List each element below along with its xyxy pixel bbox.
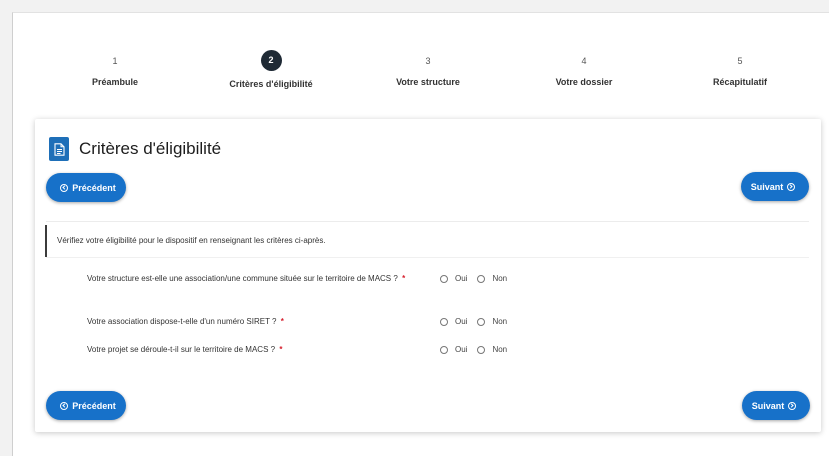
radio-circle-icon[interactable] [440,317,448,326]
radio-circle-icon[interactable] [477,345,486,354]
next-label: Suivant [751,400,785,411]
chevron-right-circle-icon [787,182,796,191]
radio-label: Oui [455,274,468,283]
next-label: Suivant [750,181,784,192]
radio-non-q3[interactable]: Non [477,345,507,354]
step-1[interactable]: 1 Préambule [45,50,185,87]
step-number-active: 2 [260,50,282,71]
divider [46,221,809,222]
radio-label: Oui [455,317,468,326]
previous-button-top[interactable]: Précédent [46,173,126,202]
next-button-top[interactable]: Suivant [741,172,809,201]
radio-circle-icon[interactable] [477,317,486,326]
step-label: Préambule [91,77,139,87]
question-structure-location: Votre structure est-elle une association… [87,272,427,285]
previous-label: Précédent [72,182,116,193]
question-text: Votre association dispose-t-elle d'un nu… [87,317,277,326]
step-number: 1 [112,56,118,66]
required-marker: * [280,317,284,326]
chevron-right-circle-icon [788,401,797,410]
step-label: Récapitulatif [712,77,767,87]
next-button-bottom[interactable]: Suivant [742,391,810,420]
radio-non-q1[interactable]: Non [477,274,507,283]
radio-non-q2[interactable]: Non [477,317,507,326]
question-siret: Votre association dispose-t-elle d'un nu… [87,315,427,328]
radio-group-q2: Oui Non [440,317,517,326]
radio-oui-q3[interactable]: Oui [440,345,467,354]
required-marker: * [402,274,406,283]
radio-oui-q1[interactable]: Oui [440,274,467,283]
radio-label: Non [492,345,508,354]
step-number: 4 [581,56,587,66]
radio-group-q3: Oui Non [440,345,517,354]
radio-label: Non [492,317,508,326]
divider [46,257,809,258]
step-label: Votre dossier [555,77,613,87]
step-label: Votre structure [396,77,460,87]
chevron-left-circle-icon [60,183,69,192]
previous-label: Précédent [72,400,116,411]
question-text: Votre structure est-elle une association… [87,274,398,283]
radio-circle-icon[interactable] [440,345,448,354]
radio-label: Oui [455,345,468,354]
step-4[interactable]: 4 Votre dossier [514,50,654,87]
eligibility-card: Critères d'éligibilité Précédent Suivant… [35,119,821,432]
question-project-location: Votre projet se déroule-t-il sur le terr… [87,343,427,356]
eligibility-intro: Vérifiez votre éligibilité pour le dispo… [45,225,809,257]
step-label: Critères d'éligibilité [229,79,313,89]
previous-button-bottom[interactable]: Précédent [46,391,126,420]
stepper: 1 Préambule 2 Critères d'éligibilité 3 V… [38,50,820,95]
card-header: Critères d'éligibilité [49,136,221,162]
radio-oui-q2[interactable]: Oui [440,317,467,326]
chevron-left-circle-icon [60,401,69,410]
radio-group-q1: Oui Non [440,274,517,283]
step-5[interactable]: 5 Récapitulatif [670,50,810,87]
card-title: Critères d'éligibilité [79,139,222,158]
step-2[interactable]: 2 Critères d'éligibilité [201,50,341,89]
step-number: 5 [737,56,743,66]
radio-circle-icon[interactable] [477,274,486,283]
document-icon [49,137,69,161]
radio-label: Non [492,274,508,283]
radio-circle-icon[interactable] [440,274,448,283]
required-marker: * [279,345,283,354]
question-text: Votre projet se déroule-t-il sur le terr… [87,345,276,354]
step-number: 3 [425,56,431,66]
step-3[interactable]: 3 Votre structure [358,50,498,87]
